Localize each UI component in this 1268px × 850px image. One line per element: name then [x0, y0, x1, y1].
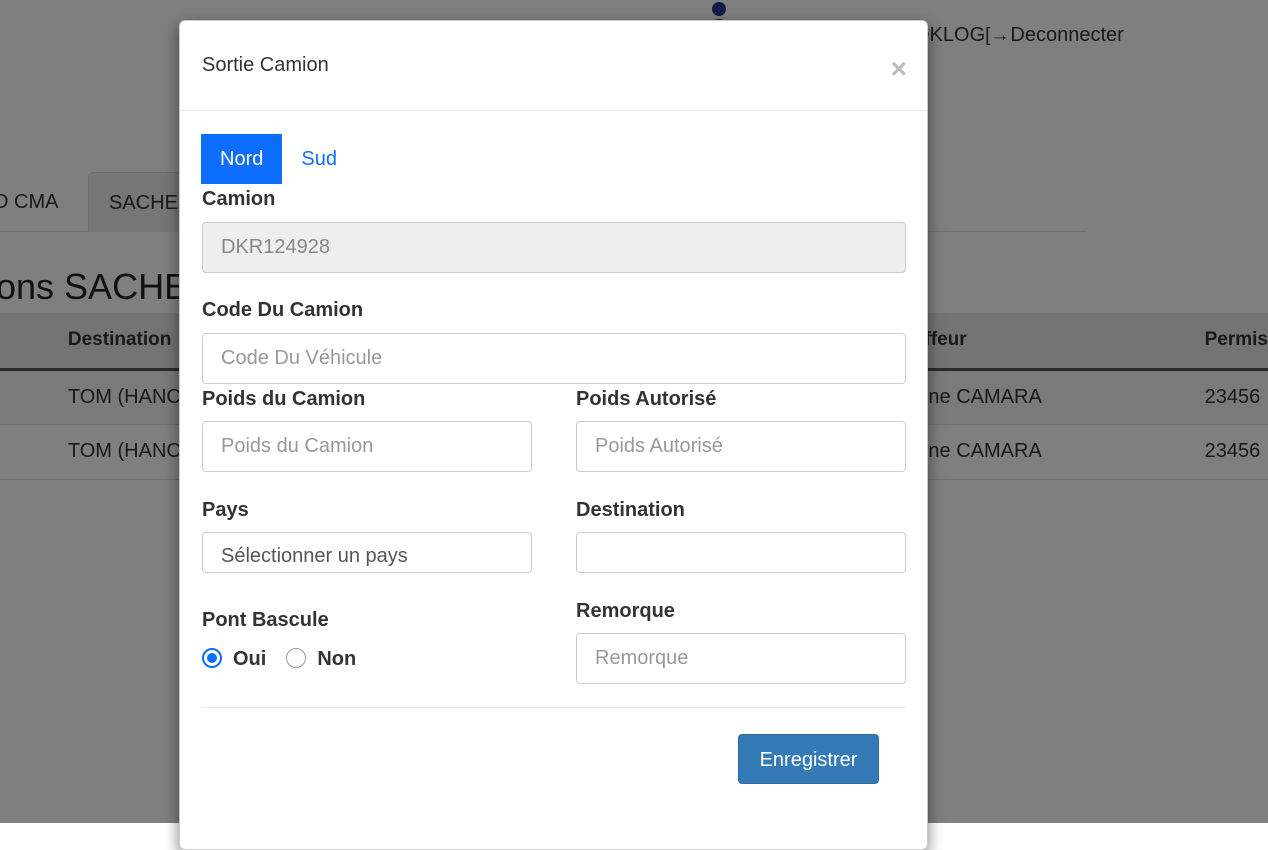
- pays-select[interactable]: Sélectionner un pays: [202, 532, 532, 573]
- poids-autorise-label: Poids Autorisé: [576, 388, 717, 410]
- save-button[interactable]: Enregistrer: [738, 734, 879, 784]
- destination-label: Destination: [576, 499, 685, 521]
- radio-oui-label[interactable]: Oui: [233, 648, 266, 671]
- tab-nord[interactable]: Nord: [201, 134, 283, 184]
- camion-field[interactable]: [202, 222, 906, 273]
- radio-non-label[interactable]: Non: [317, 648, 356, 671]
- poids-autorise-input[interactable]: [576, 421, 906, 472]
- direction-tabs: Nord Sud: [201, 134, 356, 184]
- poids-camion-label: Poids du Camion: [202, 388, 366, 410]
- radio-non[interactable]: [286, 647, 307, 668]
- poids-camion-input[interactable]: [202, 421, 532, 472]
- close-icon[interactable]: ×: [891, 55, 907, 83]
- remorque-input[interactable]: [576, 633, 906, 684]
- code-camion-label: Code Du Camion: [202, 299, 364, 321]
- pays-label: Pays: [202, 499, 249, 521]
- sortie-camion-modal: Sortie Camion × Nord Sud Camion Code Du …: [179, 20, 928, 850]
- modal-header: Sortie Camion ×: [180, 21, 927, 111]
- pont-bascule-radio-group: Oui Non: [202, 644, 376, 671]
- tab-sud[interactable]: Sud: [282, 134, 356, 184]
- divider: [202, 707, 906, 708]
- remorque-label: Remorque: [576, 600, 675, 622]
- pont-bascule-label: Pont Bascule: [202, 609, 329, 631]
- camion-label: Camion: [202, 188, 276, 210]
- radio-oui[interactable]: [202, 647, 222, 668]
- code-camion-input[interactable]: [202, 333, 906, 384]
- destination-input[interactable]: [576, 532, 906, 573]
- modal-title: Sortie Camion: [202, 54, 329, 76]
